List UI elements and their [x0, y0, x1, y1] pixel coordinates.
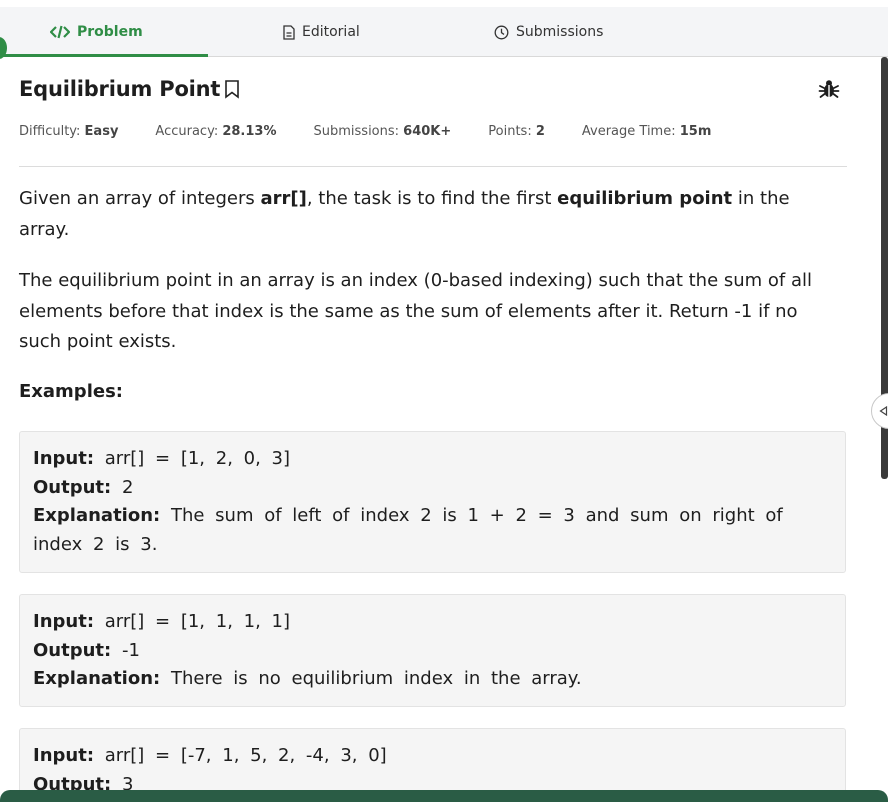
chevron-left-icon	[879, 406, 888, 416]
document-icon	[283, 24, 295, 40]
bookmark-icon[interactable]	[224, 79, 240, 99]
tab-submissions-label: Submissions	[516, 24, 604, 40]
divider	[19, 166, 847, 167]
collapse-panel-button[interactable]	[871, 393, 888, 429]
tab-bar: Problem Editorial Submissions	[0, 7, 888, 59]
problem-title-row: Equilibrium Point	[19, 77, 240, 101]
examples-heading: Examples:	[19, 381, 123, 402]
problem-meta: Difficulty: Easy Accuracy: 28.13% Submis…	[19, 124, 748, 139]
meta-difficulty: Difficulty: Easy	[19, 124, 119, 139]
tab-problem-label: Problem	[77, 24, 143, 40]
example-output: Output: -1	[33, 639, 140, 661]
code-icon	[50, 25, 70, 39]
example-output: Output: 2	[33, 476, 134, 498]
example-input: Input: arr[] = [-7, 1, 5, 2, -4, 3, 0]	[33, 745, 387, 766]
example-input: Input: arr[] = [1, 1, 1, 1]	[33, 611, 291, 632]
top-strip	[0, 0, 888, 7]
tab-editorial-label: Editorial	[302, 24, 360, 40]
tab-editorial[interactable]: Editorial	[283, 7, 360, 57]
report-bug-icon[interactable]	[818, 78, 840, 104]
active-tab-indicator	[0, 54, 208, 57]
meta-points: Points: 2	[488, 124, 545, 139]
tab-problem[interactable]: Problem	[50, 7, 143, 57]
clock-icon	[494, 25, 509, 40]
meta-average-time: Average Time: 15m	[581, 124, 712, 139]
problem-title: Equilibrium Point	[19, 77, 221, 101]
example-1: Input: arr[] = [1, 2, 0, 3] Output: 2 Ex…	[19, 431, 846, 573]
meta-accuracy: Accuracy: 28.13%	[155, 124, 277, 139]
meta-submissions: Submissions: 640K+	[313, 124, 452, 139]
problem-description-detail: The equilibrium point in an array is an …	[19, 270, 813, 352]
bottom-bar	[0, 790, 888, 802]
example-explanation: Explanation: The sum of left of index 2 …	[33, 505, 783, 555]
example-explanation: Explanation: There is no equilibrium ind…	[33, 668, 582, 689]
example-input: Input: arr[] = [1, 2, 0, 3]	[33, 448, 291, 469]
problem-description-intro: Given an array of integers arr[], the ta…	[19, 188, 790, 240]
tab-submissions[interactable]: Submissions	[494, 7, 603, 57]
example-2: Input: arr[] = [1, 1, 1, 1] Output: -1 E…	[19, 594, 846, 707]
